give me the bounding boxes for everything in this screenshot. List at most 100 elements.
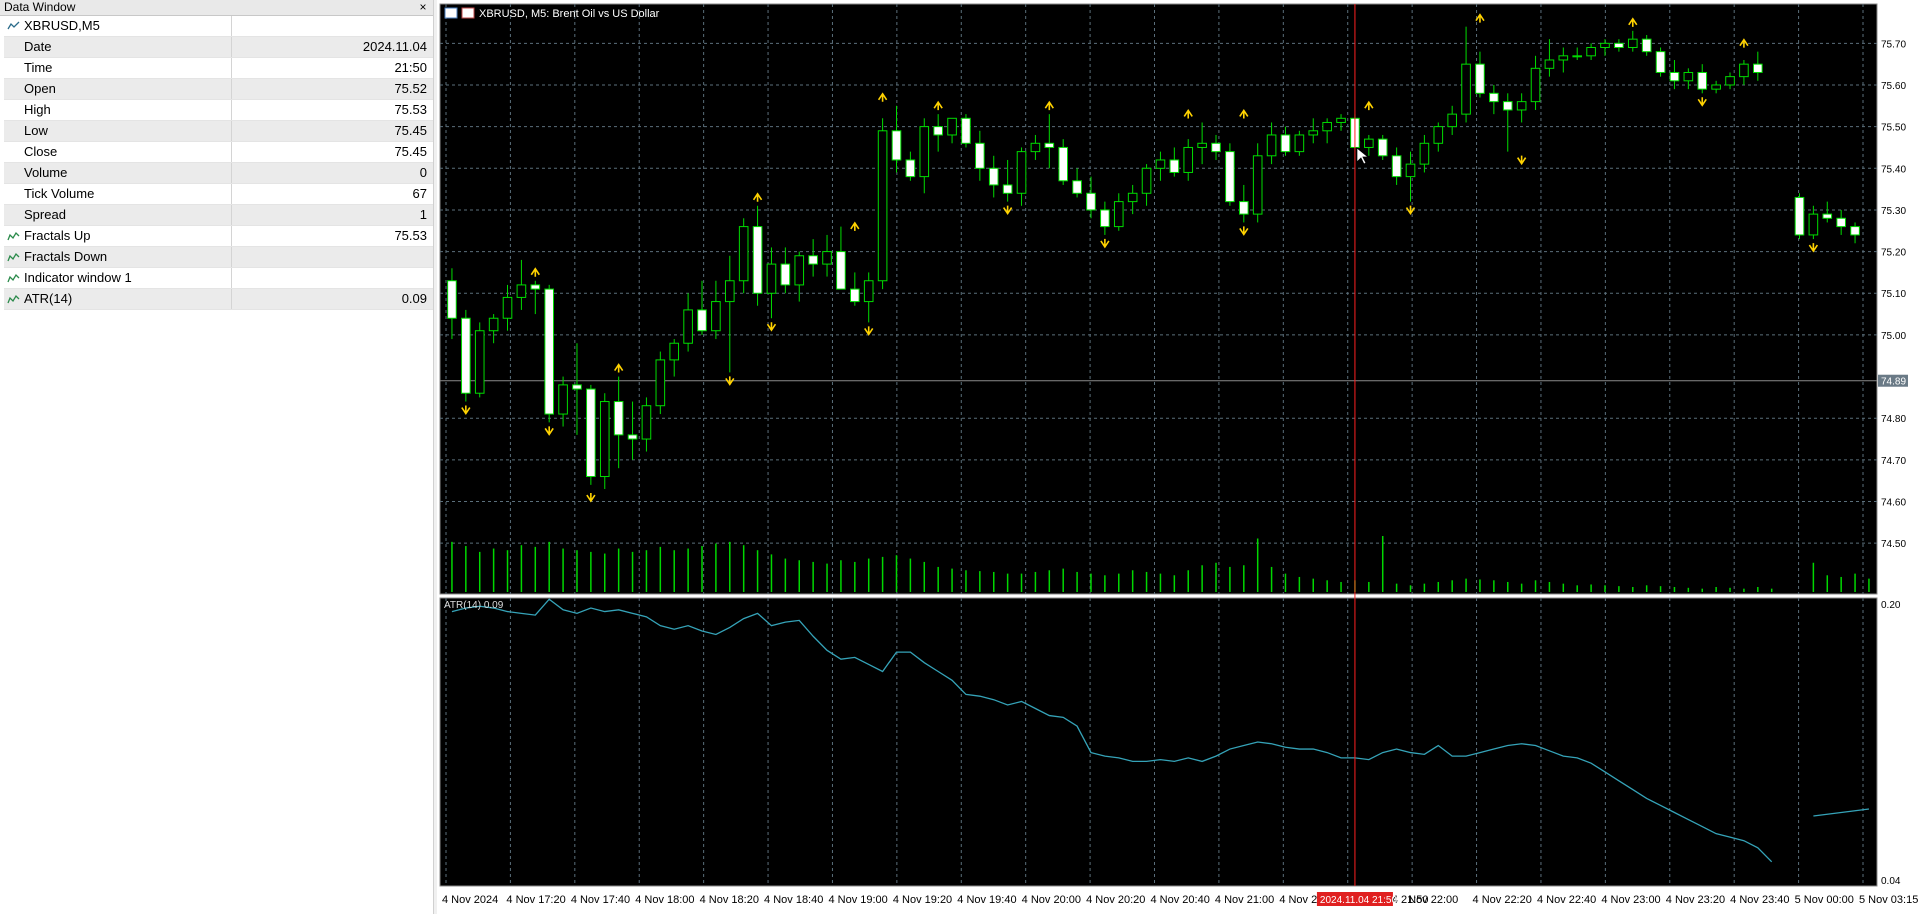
- data-window-table: XBRUSD,M5 Date 2024.11.04 Time 21:50 Open 75.…: [4, 16, 433, 310]
- candle-body: [738, 226, 749, 282]
- data-row-value: 2024.11.04: [362, 39, 427, 54]
- candle-body: [1850, 226, 1860, 236]
- candle-body: [1697, 71, 1708, 90]
- time-axis-label: 4 Nov 18:20: [700, 894, 759, 906]
- symbol-row: XBRUSD,M5: [4, 16, 433, 37]
- candle-body: [586, 388, 596, 478]
- candle-body: [1197, 142, 1207, 148]
- price-chart[interactable]: 4 Nov 2024 4 Nov 17:20 4 Nov 17:40 4 Nov 18…: [437, 0, 1920, 914]
- candle-body: [1627, 38, 1638, 48]
- candle-body: [1086, 192, 1096, 211]
- candle-body: [780, 263, 791, 286]
- data-row-value: 75.45: [394, 123, 427, 138]
- candle-body: [1016, 151, 1027, 194]
- data-row: Indicator window 1: [4, 268, 433, 289]
- data-row: High 75.53: [4, 100, 433, 121]
- candle-body: [683, 309, 693, 344]
- candle-body: [1141, 167, 1152, 194]
- candle-body: [1836, 217, 1846, 228]
- chart-window[interactable]: 4 Nov 2024 4 Nov 17:20 4 Nov 17:40 4 Nov 18…: [437, 0, 1920, 914]
- candle-body: [1072, 180, 1082, 194]
- candle-body: [1502, 101, 1513, 111]
- candle-body: [1377, 138, 1388, 157]
- data-row-value: 75.53: [394, 228, 427, 243]
- candle-body: [1558, 55, 1569, 61]
- data-row-label: Fractals Up: [4, 226, 232, 246]
- data-row: Low 75.45: [4, 121, 433, 142]
- candle-body: [711, 301, 721, 332]
- time-axis-label: 4 Nov 17:40: [571, 894, 630, 906]
- data-row-value: [232, 247, 431, 267]
- candle-body: [1266, 134, 1277, 157]
- candle-body: [1572, 55, 1583, 58]
- candle-body: [1489, 92, 1499, 103]
- data-row: Close 75.45: [4, 142, 433, 163]
- data-row: ATR(14) 0.09: [4, 289, 433, 310]
- candle-body: [1447, 113, 1457, 128]
- data-window-titlebar[interactable]: Data Window ×: [0, 0, 433, 16]
- time-axis-label: 4 Nov 20:40: [1151, 894, 1210, 906]
- candle-body: [794, 255, 805, 286]
- time-axis-label: Nov 22:00: [1408, 894, 1458, 906]
- price-axis-label: 75.60: [1881, 81, 1906, 92]
- candle-body: [1711, 84, 1721, 90]
- candle-body: [627, 434, 638, 440]
- candle-body: [1683, 71, 1694, 82]
- candle-body: [947, 117, 957, 136]
- candle-body: [697, 309, 707, 332]
- time-axis-label: 4 Nov 23:40: [1730, 894, 1789, 906]
- time-axis-label: 4 Nov 20:00: [1022, 894, 1081, 906]
- time-axis-label: 4 Nov 2024: [442, 894, 498, 906]
- candle-body: [961, 117, 971, 144]
- data-row-value: 0.09: [401, 291, 427, 306]
- candle-body: [766, 263, 777, 294]
- candle-body: [1516, 101, 1527, 111]
- time-axis-label: 4 Nov 22:20: [1473, 894, 1532, 906]
- candle-body: [558, 384, 568, 415]
- candle-body: [1725, 76, 1735, 86]
- candle-body: [1655, 51, 1666, 73]
- data-row-label: ATR(14): [4, 289, 232, 309]
- candle-body: [1225, 151, 1235, 203]
- data-row: Spread 1: [4, 205, 433, 226]
- data-row-label: Fractals Down: [4, 247, 232, 267]
- candle-body: [975, 142, 985, 169]
- candle-body: [988, 167, 999, 186]
- candle-body: [905, 159, 916, 178]
- candle-body: [1336, 117, 1346, 123]
- time-axis-label: 4 Nov 19:40: [957, 894, 1016, 906]
- candle-body: [1405, 163, 1416, 178]
- candle-body: [1238, 201, 1249, 215]
- data-row: Date 2024.11.04: [4, 37, 433, 58]
- candle-body: [1641, 38, 1652, 53]
- atr-axis-label: 0.04: [1881, 876, 1901, 887]
- candle-body: [1364, 138, 1374, 148]
- candle-body: [1669, 71, 1680, 82]
- time-axis-label: 4 Nov 22:40: [1537, 894, 1596, 906]
- candle-body: [1600, 42, 1610, 48]
- candle-body: [1127, 192, 1138, 203]
- candle-body: [1739, 63, 1749, 78]
- candle-body: [1294, 134, 1305, 153]
- candle-body: [891, 130, 902, 161]
- candle-body: [1169, 159, 1180, 173]
- main-pane: [439, 3, 1878, 595]
- time-axis-label: 5 Nov 00:00: [1795, 894, 1854, 906]
- candle-body: [1044, 142, 1055, 148]
- candle-body: [1322, 121, 1332, 132]
- time-axis-label: 5 Nov 03:15: [1859, 894, 1918, 906]
- candle-body: [877, 130, 888, 282]
- candle-body: [1252, 155, 1263, 215]
- data-row-label: Low: [4, 121, 232, 141]
- data-window-title: Data Window: [4, 0, 76, 14]
- price-axis-label: 75.00: [1881, 331, 1906, 342]
- close-icon[interactable]: ×: [417, 0, 429, 15]
- price-axis-label: 75.70: [1881, 39, 1906, 50]
- price-axis-label: 74.60: [1881, 498, 1906, 509]
- candle-body: [613, 401, 624, 436]
- time-axis-label: 4 Nov 18:40: [764, 894, 823, 906]
- candle-body: [516, 284, 527, 298]
- candle-body: [822, 251, 832, 265]
- price-axis-label: 75.40: [1881, 164, 1906, 175]
- data-row: Fractals Down: [4, 247, 433, 268]
